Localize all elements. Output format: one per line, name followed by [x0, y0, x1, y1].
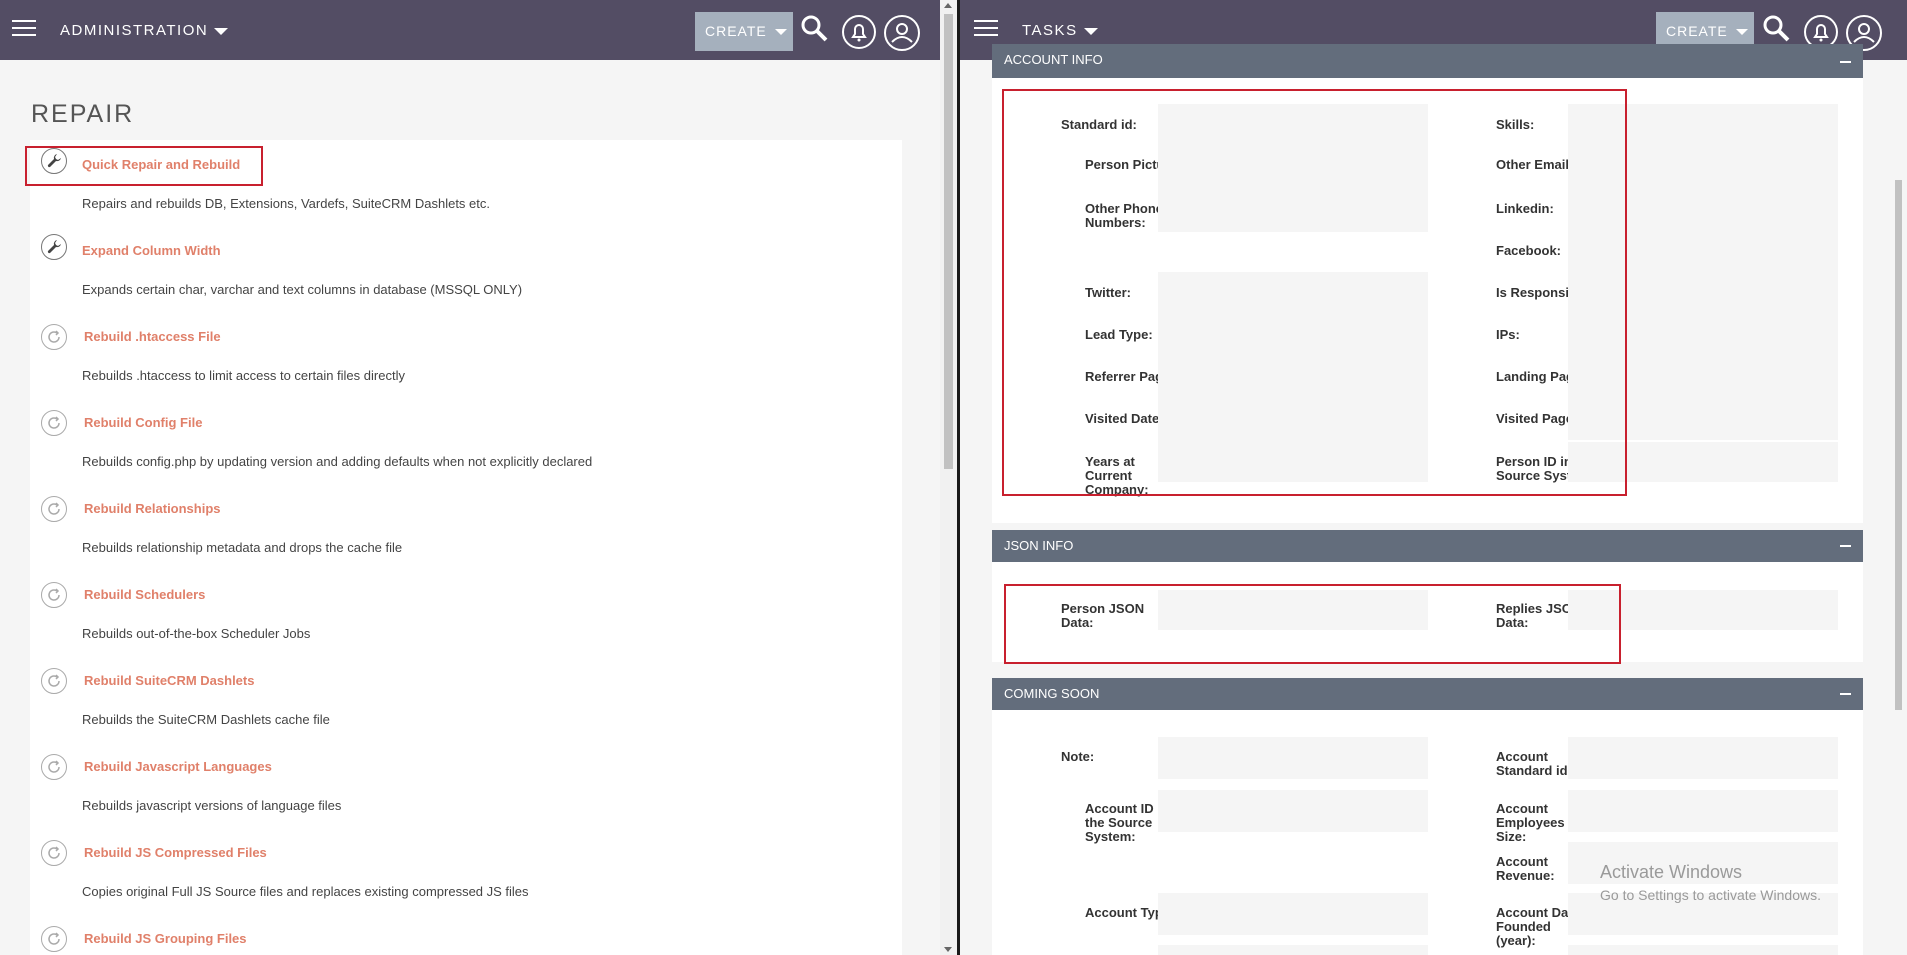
field-value[interactable]: [1158, 945, 1428, 955]
top-navbar: ADMINISTRATION CREATE: [0, 0, 940, 60]
highlight-quick-repair: [25, 146, 263, 186]
repair-list-item: Rebuild .htaccess File Rebuilds .htaccess…: [30, 312, 902, 398]
left-scrollbar[interactable]: [940, 0, 957, 955]
repair-list-item: Rebuild JS Compressed Files Copies origin…: [30, 828, 902, 914]
collapse-icon[interactable]: [1840, 693, 1851, 695]
caret-down-icon: [1083, 27, 1098, 35]
module-menu[interactable]: TASKS: [1022, 22, 1098, 39]
scroll-up-arrow-icon[interactable]: [944, 3, 952, 8]
repair-description: Rebuilds config.php by updating version …: [82, 454, 593, 469]
windows-watermark-subtitle: Go to Settings to activate Windows.: [1600, 887, 1821, 903]
search-icon[interactable]: [800, 14, 828, 44]
caret-down-icon: [1735, 29, 1748, 36]
highlight-account-info-fields: [1002, 89, 1627, 496]
repair-action-link[interactable]: Rebuild Javascript Languages: [84, 759, 272, 774]
field-value[interactable]: [1568, 737, 1838, 779]
create-label: CREATE: [1666, 23, 1728, 39]
user-avatar-icon[interactable]: [883, 14, 921, 52]
notifications-bell-icon[interactable]: [840, 14, 878, 52]
create-label: CREATE: [705, 23, 767, 39]
coming-soon-body: Note: Account ID in the Source System: Acc…: [992, 710, 1863, 955]
repair-list-item: Rebuild JS Grouping Files: [30, 914, 902, 955]
left-window: ADMINISTRATION CREATE REPAIR Quick Repai…: [0, 0, 957, 955]
field-value[interactable]: [1568, 945, 1838, 955]
repair-description: Rebuilds relationship metadata and drops…: [82, 540, 403, 555]
wrench-icon: [41, 234, 67, 260]
refresh-icon: [41, 324, 67, 350]
collapse-icon[interactable]: [1840, 545, 1851, 547]
hamburger-menu-icon[interactable]: [974, 20, 998, 38]
right-scrollbar[interactable]: [1890, 60, 1907, 955]
repair-action-link[interactable]: Rebuild JS Grouping Files: [84, 931, 247, 946]
field-value[interactable]: [1158, 790, 1428, 832]
repair-description: Rebuilds the SuiteCRM Dashlets cache fil…: [82, 712, 330, 727]
repair-list-item: Rebuild Relationships Rebuilds relationsh…: [30, 484, 902, 570]
repair-list-item: Rebuild Schedulers Rebuilds out-of-the-bo…: [30, 570, 902, 656]
scroll-down-arrow-icon[interactable]: [944, 947, 952, 952]
page-title: REPAIR: [31, 100, 135, 128]
repair-list-item: Expand Column Width Expands certain char,…: [30, 226, 902, 312]
refresh-icon: [41, 582, 67, 608]
account-info-header[interactable]: ACCOUNT INFO: [992, 44, 1863, 78]
repair-description: Expands certain char, varchar and text c…: [82, 282, 523, 297]
repair-list-item: Rebuild Javascript Languages Rebuilds jav…: [30, 742, 902, 828]
repair-description: Rebuilds javascript versions of language…: [82, 798, 342, 813]
repair-action-link[interactable]: Rebuild Config File: [84, 415, 202, 430]
repair-list-item: Rebuild Config File Rebuilds config.php b…: [30, 398, 902, 484]
module-title: ADMINISTRATION: [60, 22, 209, 39]
repair-list: Quick Repair and Rebuild Repairs and rebu…: [30, 140, 902, 955]
search-icon[interactable]: [1762, 14, 1790, 44]
repair-list-item: Rebuild SuiteCRM Dashlets Rebuilds the Su…: [30, 656, 902, 742]
panel-title: COMING SOON: [1004, 686, 1100, 701]
windows-watermark-title: Activate Windows: [1600, 862, 1743, 882]
panel-title: JSON INFO: [1004, 538, 1074, 553]
repair-action-link[interactable]: Rebuild .htaccess File: [84, 329, 221, 344]
scrollbar-thumb[interactable]: [944, 14, 953, 469]
repair-description: Copies original Full JS Source files and…: [82, 884, 529, 899]
module-title: TASKS: [1022, 22, 1078, 39]
module-menu[interactable]: ADMINISTRATION: [60, 22, 229, 39]
repair-action-link[interactable]: Rebuild JS Compressed Files: [84, 845, 267, 860]
refresh-icon: [41, 840, 67, 866]
repair-description: Rebuilds .htaccess to limit access to ce…: [82, 368, 405, 383]
scrollbar-thumb[interactable]: [1895, 180, 1902, 710]
repair-description: Repairs and rebuilds DB, Extensions, Var…: [82, 196, 490, 211]
repair-action-link[interactable]: Rebuild SuiteCRM Dashlets: [84, 673, 254, 688]
refresh-icon: [41, 410, 67, 436]
repair-description: Rebuilds out-of-the-box Scheduler Jobs: [82, 626, 311, 641]
field-label: Note:: [1061, 749, 1095, 764]
collapse-icon[interactable]: [1840, 61, 1851, 63]
caret-down-icon: [774, 29, 787, 36]
highlight-json-fields: [1004, 584, 1621, 664]
hamburger-menu-icon[interactable]: [12, 20, 36, 38]
field-value[interactable]: [1158, 737, 1428, 779]
refresh-icon: [41, 926, 67, 952]
coming-soon-header[interactable]: COMING SOON: [992, 678, 1863, 710]
repair-action-link[interactable]: Rebuild Schedulers: [84, 587, 205, 602]
create-button[interactable]: CREATE: [695, 12, 793, 51]
refresh-icon: [41, 754, 67, 780]
caret-down-icon: [214, 27, 229, 35]
refresh-icon: [41, 496, 67, 522]
json-info-header[interactable]: JSON INFO: [992, 530, 1863, 562]
refresh-icon: [41, 668, 67, 694]
repair-action-link[interactable]: Expand Column Width: [82, 243, 221, 258]
field-value[interactable]: [1568, 790, 1838, 832]
panel-title: ACCOUNT INFO: [1004, 52, 1103, 67]
repair-action-link[interactable]: Rebuild Relationships: [84, 501, 221, 516]
field-value[interactable]: [1158, 893, 1428, 935]
